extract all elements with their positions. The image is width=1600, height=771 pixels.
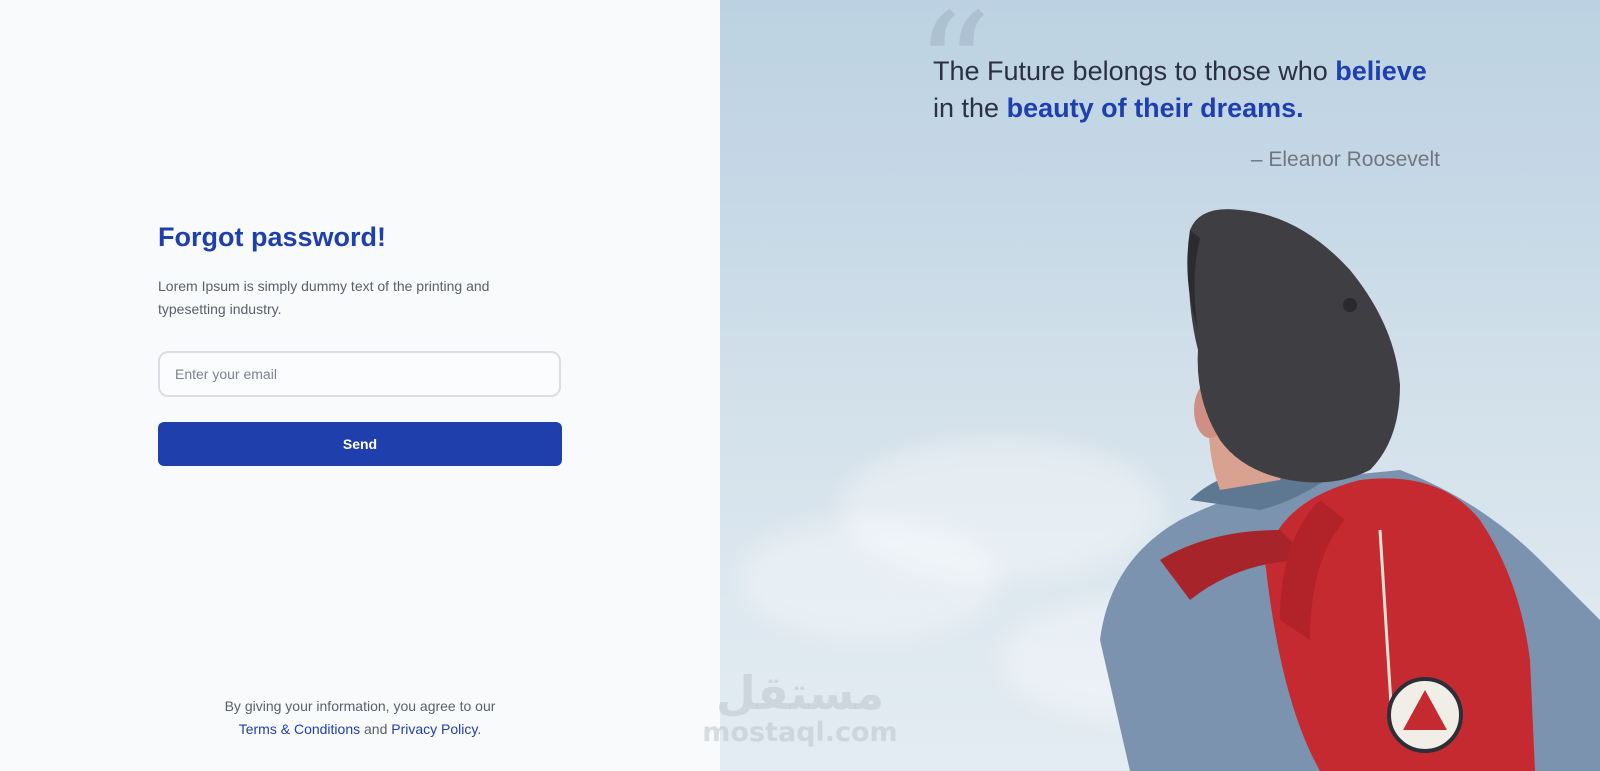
terms-notice-period: . (477, 721, 482, 737)
terms-notice: By giving your information, you agree to… (160, 695, 560, 741)
watermark-latin: mostaql.com (702, 717, 898, 748)
quote-highlight-2: beauty of their dreams. (1006, 93, 1304, 123)
cap-button-shape (1343, 298, 1357, 312)
page-title: Forgot password! (158, 222, 386, 252)
quote-text: The Future belongs to those who believe … (933, 53, 1453, 127)
email-field[interactable] (158, 351, 561, 397)
quote-author: – Eleanor Roosevelt (1250, 148, 1440, 171)
quote-part-2: in the (933, 93, 1000, 123)
quote-part-1: The Future belongs to those who (933, 56, 1328, 86)
send-button[interactable]: Send (158, 422, 562, 466)
hero-image-panel: “ The Future belongs to those who believ… (720, 0, 1600, 771)
terms-link[interactable]: Terms & Conditions (239, 721, 360, 737)
watermark: مستقل mostaql.com (700, 668, 900, 748)
watermark-arabic: مستقل (715, 666, 885, 720)
form-panel: Forgot password! Lorem Ipsum is simply d… (0, 0, 720, 771)
page-description: Lorem Ipsum is simply dummy text of the … (158, 278, 490, 317)
terms-notice-and: and (364, 721, 388, 737)
privacy-link[interactable]: Privacy Policy (391, 721, 477, 737)
quote-highlight-1: believe (1335, 56, 1427, 86)
terms-notice-text: By giving your information, you agree to… (224, 698, 496, 714)
